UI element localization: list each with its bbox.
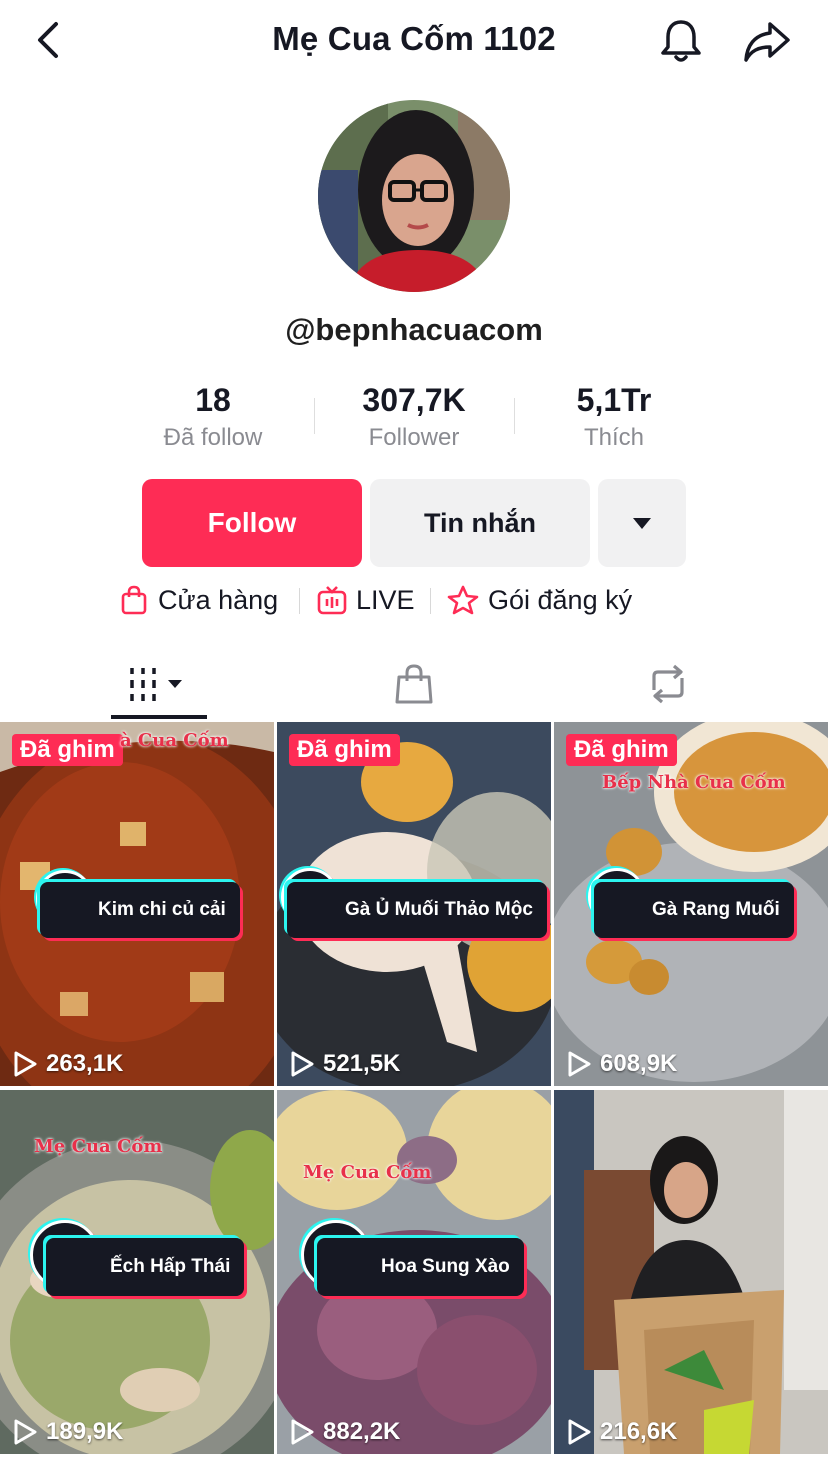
profile-stats: 18 Đã follow 307,7K Follower 5,1Tr Thích [0,380,828,456]
subscription-star-icon [447,585,479,615]
video-thumbnail [554,1090,828,1454]
tab-shop[interactable] [276,648,552,720]
view-count-value: 608,9K [600,1050,678,1077]
video-caption: Gà Rang Muối [594,882,794,938]
view-count: 521,5K [289,1050,400,1078]
divider [314,398,315,434]
video-tile[interactable]: Đã ghim Gà Ủ Muối Thảo Mộc 521,5K [277,722,551,1086]
play-icon [291,1051,314,1077]
subscription-link-label: Gói đăng ký [488,584,633,615]
stat-label: Đã follow [163,424,263,451]
watermark-text: Mẹ Cua Cốm [303,1162,432,1183]
view-count-value: 882,2K [323,1418,401,1445]
view-count-value: 263,1K [46,1050,124,1077]
message-button[interactable]: Tin nhắn [370,479,590,567]
dropdown-triangle-icon [633,517,651,529]
video-tile[interactable]: 216,6K [554,1090,828,1454]
follow-button[interactable]: Follow [142,479,362,567]
tab-videos[interactable] [20,648,296,720]
video-caption: Ếch Hấp Thái [46,1238,245,1296]
divider [514,398,515,434]
view-count-value: 189,9K [46,1418,124,1445]
view-count: 263,1K [12,1050,123,1078]
play-icon [568,1051,591,1077]
divider [430,588,431,614]
shopping-bag-icon [121,585,147,615]
stat-likes[interactable]: 5,1Tr Thích [514,380,714,454]
stat-label: Thích [583,424,645,451]
repost-icon [652,664,684,704]
view-count-value: 216,6K [600,1418,678,1445]
video-tile[interactable]: Đã ghim à Cua Cốm Kim chi củ cải 263,1K [0,722,274,1086]
view-count: 189,9K [12,1418,123,1446]
profile-links: Cửa hàng LIVE Gói đăng ký [0,578,828,622]
subscription-link[interactable]: Gói đăng ký [446,578,632,622]
video-tile[interactable]: Mẹ Cua Cốm Hoa Sung Xào 882,2K [277,1090,551,1454]
live-link[interactable]: LIVE [316,578,415,622]
live-link-label: LIVE [356,584,415,615]
shop-link-label: Cửa hàng [158,584,279,615]
pinned-badge: Đã ghim [566,734,677,766]
avatar[interactable] [318,100,510,292]
video-caption: Gà Ủ Muối Thảo Mộc [287,882,547,938]
stat-value: 307,7K [362,382,466,418]
top-bar: Mẹ Cua Cốm 1102 [0,0,828,84]
live-tv-icon [317,586,347,615]
stat-following[interactable]: 18 Đã follow [113,380,313,454]
view-count: 608,9K [566,1050,677,1078]
video-tile[interactable]: Đã ghim Bếp Nhà Cua Cốm Gà Rang Muối 608… [554,722,828,1086]
watermark-text: à Cua Cốm [120,730,229,751]
pinned-badge: Đã ghim [12,734,123,766]
play-icon [291,1419,314,1445]
stat-label: Follower [368,424,460,451]
videos-grid-icon [130,668,182,701]
bell-icon[interactable] [656,16,706,66]
stat-followers[interactable]: 307,7K Follower [314,380,514,454]
active-tab-indicator [111,715,207,719]
content-tabs [0,648,828,720]
video-caption: Kim chi củ cải [40,882,240,938]
profile-handle: @bepnhacuacom [285,312,543,347]
divider [299,588,300,614]
watermark-text: Mẹ Cua Cốm [34,1136,163,1157]
stat-value: 5,1Tr [576,382,652,418]
tab-reposts[interactable] [530,648,806,720]
pinned-badge: Đã ghim [289,734,400,766]
video-tile[interactable]: Mẹ Cua Cốm Ếch Hấp Thái 189,9K [0,1090,274,1454]
watermark-text: Bếp Nhà Cua Cốm [602,772,786,793]
video-caption: Hoa Sung Xào [317,1238,524,1296]
shop-link[interactable]: Cửa hàng [118,578,278,622]
shop-bag-icon [395,664,433,704]
share-icon[interactable] [740,16,794,66]
play-icon [568,1419,591,1445]
view-count: 216,6K [566,1418,677,1446]
play-icon [14,1051,37,1077]
play-icon [14,1419,37,1445]
more-options-button[interactable] [598,479,686,567]
view-count-value: 521,5K [323,1050,401,1077]
view-count: 882,2K [289,1418,400,1446]
stat-value: 18 [195,382,231,418]
